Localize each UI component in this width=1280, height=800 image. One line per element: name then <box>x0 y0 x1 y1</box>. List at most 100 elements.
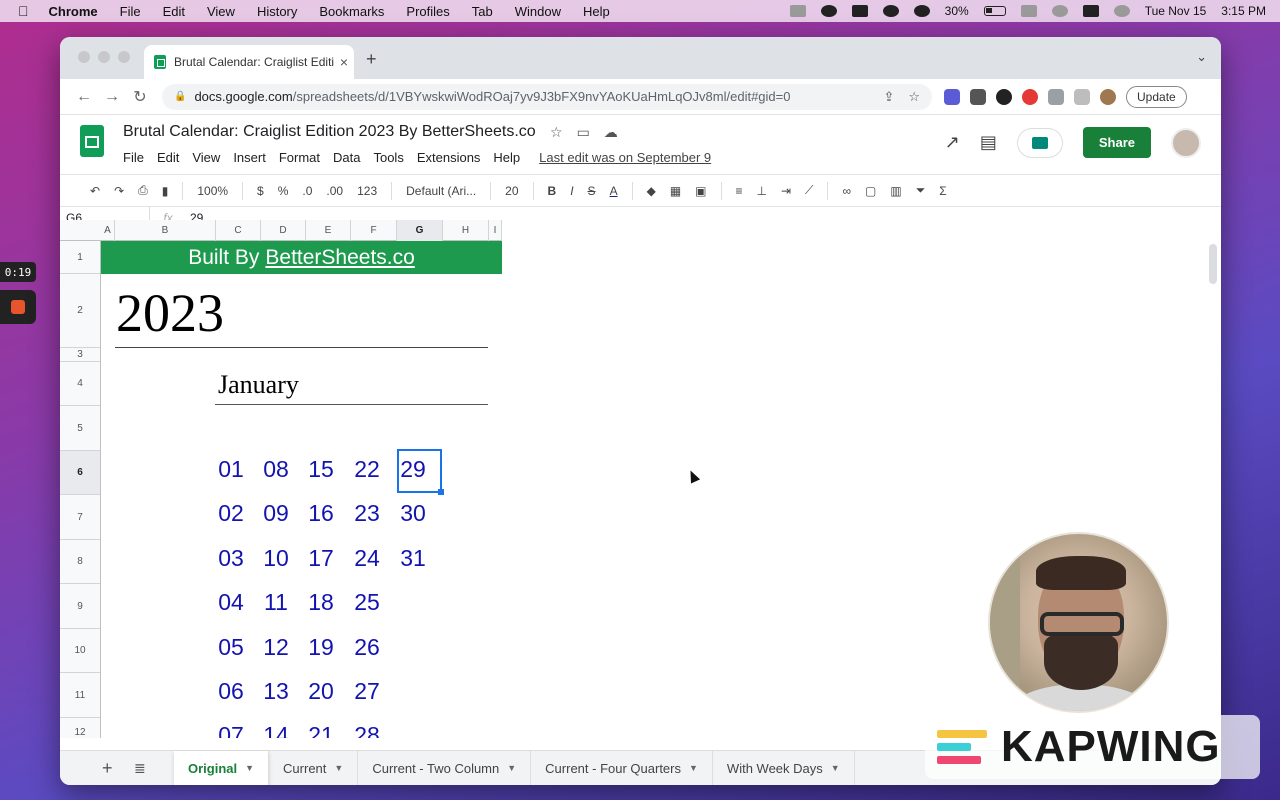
gear-icon[interactable] <box>820 5 837 17</box>
battery-icon[interactable] <box>983 6 1006 16</box>
column-header[interactable]: H <box>443 220 489 241</box>
column-header[interactable]: G <box>397 220 443 241</box>
calendar-day-cell[interactable]: 28 <box>345 722 389 738</box>
close-tab-icon[interactable]: × <box>334 54 354 70</box>
calendar-day-cell[interactable]: 09 <box>254 500 298 527</box>
chevron-down-icon[interactable]: ▼ <box>689 763 698 773</box>
row-header[interactable]: 12 <box>60 718 100 738</box>
share-button[interactable]: Share <box>1082 127 1151 158</box>
search-icon[interactable] <box>1051 5 1068 17</box>
undo-icon[interactable]: ↶ <box>90 184 100 198</box>
text-rotate-icon[interactable]: ⟋ <box>805 183 813 198</box>
control-center-icon[interactable] <box>1082 5 1099 17</box>
merge-cells-icon[interactable]: ▣ <box>695 184 706 198</box>
sheet-tab-current-two-column[interactable]: Current - Two Column ▼ <box>358 750 532 785</box>
add-sheet-icon[interactable]: + <box>102 758 124 779</box>
wifi-icon[interactable] <box>1020 5 1037 17</box>
row-header[interactable]: 4 <box>60 362 100 406</box>
strikethrough-button[interactable]: S <box>588 184 596 198</box>
chevron-down-icon[interactable]: ▼ <box>507 763 516 773</box>
new-tab-icon[interactable]: + <box>366 49 377 70</box>
calendar-day-cell[interactable]: 06 <box>209 678 253 705</box>
text-color-button[interactable]: A <box>610 184 618 198</box>
calendar-day-cell[interactable]: 13 <box>254 678 298 705</box>
move-folder-icon[interactable]: ▭ <box>577 124 590 141</box>
calendar-day-cell[interactable]: 23 <box>345 500 389 527</box>
column-header[interactable]: I <box>489 220 502 241</box>
menubar-item-history[interactable]: History <box>257 4 297 19</box>
stop-recording-button[interactable] <box>0 290 36 324</box>
menu-extensions[interactable]: Extensions <box>417 150 481 165</box>
extension-record-icon[interactable] <box>1022 88 1038 105</box>
tab-search-chevron-icon[interactable]: ⌄ <box>1196 49 1207 65</box>
menubar-item-profiles[interactable]: Profiles <box>406 4 449 19</box>
italic-button[interactable]: I <box>570 184 573 198</box>
calendar-day-cell[interactable]: 31 <box>391 545 435 572</box>
calendar-day-cell[interactable]: 02 <box>209 500 253 527</box>
close-window-button[interactable] <box>78 51 90 63</box>
sheet-tab-with-week-days[interactable]: With Week Days ▼ <box>713 750 855 785</box>
menubar-item-tab[interactable]: Tab <box>472 4 493 19</box>
row-header[interactable]: 9 <box>60 584 100 629</box>
zoom-window-button[interactable] <box>118 51 130 63</box>
sheets-logo-icon[interactable] <box>80 125 104 157</box>
calendar-day-cell[interactable]: 27 <box>345 678 389 705</box>
sheet-tab-original[interactable]: Original ▼ <box>174 750 270 785</box>
font-select[interactable]: Default (Ari... <box>406 184 476 198</box>
puzzle-icon[interactable] <box>1048 88 1064 105</box>
menubar-app-name[interactable]: Chrome <box>49 4 98 19</box>
menu-help[interactable]: Help <box>493 150 520 165</box>
chevron-down-icon[interactable]: ▼ <box>831 763 840 773</box>
insert-chart-icon[interactable]: ▥ <box>890 184 901 198</box>
profile-avatar[interactable] <box>1100 88 1116 105</box>
calendar-day-cell[interactable]: 22 <box>345 456 389 483</box>
cloud-status-icon[interactable]: ☁ <box>604 124 618 141</box>
increase-decimal-button[interactable]: .00 <box>326 184 343 198</box>
calendar-day-cell[interactable]: 05 <box>209 634 253 661</box>
calendar-day-cell[interactable]: 20 <box>299 678 343 705</box>
chevron-down-icon[interactable]: ▼ <box>334 763 343 773</box>
text-wrap-icon[interactable]: ⇥ <box>781 184 791 198</box>
calendar-day-cell[interactable]: 16 <box>299 500 343 527</box>
column-header[interactable]: E <box>306 220 351 241</box>
column-header[interactable]: C <box>216 220 261 241</box>
all-sheets-icon[interactable]: ≣ <box>134 760 174 777</box>
calendar-day-cell[interactable]: 30 <box>391 500 435 527</box>
bookmark-star-icon[interactable]: ☆ <box>908 89 920 105</box>
row-header[interactable]: 1 <box>60 241 100 274</box>
row-header[interactable]: 2 <box>60 274 100 348</box>
sheet-tab-current-four-quarters[interactable]: Current - Four Quarters ▼ <box>531 750 713 785</box>
row-header[interactable]: 3 <box>60 348 100 362</box>
bettersheets-link[interactable]: BetterSheets.co <box>265 246 414 270</box>
menu-data[interactable]: Data <box>333 150 360 165</box>
calendar-day-cell[interactable]: 04 <box>209 589 253 616</box>
row-header[interactable]: 11 <box>60 673 100 718</box>
calendar-day-cell[interactable]: 07 <box>209 722 253 738</box>
menubar-item-help[interactable]: Help <box>583 4 610 19</box>
calendar-day-cell[interactable]: 01 <box>209 456 253 483</box>
extension-pen-icon[interactable] <box>970 88 986 105</box>
bold-button[interactable]: B <box>548 184 557 198</box>
menu-format[interactable]: Format <box>279 150 320 165</box>
sheet-tab-current[interactable]: Current ▼ <box>269 750 359 785</box>
column-header[interactable]: D <box>261 220 306 241</box>
paint-format-icon[interactable]: ▮ <box>162 184 169 198</box>
menubar-item-bookmarks[interactable]: Bookmarks <box>319 4 384 19</box>
calendar-day-cell[interactable]: 25 <box>345 589 389 616</box>
last-edit-link[interactable]: Last edit was on September 9 <box>539 150 711 165</box>
column-header[interactable]: B <box>115 220 216 241</box>
calendar-day-cell[interactable]: 17 <box>299 545 343 572</box>
calendar-day-cell[interactable]: 03 <box>209 545 253 572</box>
menubar-item-window[interactable]: Window <box>515 4 561 19</box>
back-arrow-icon[interactable]: ← <box>70 88 98 106</box>
star-icon[interactable]: ☆ <box>550 124 563 141</box>
calendar-day-cell[interactable]: 19 <box>299 634 343 661</box>
menubar-item-file[interactable]: File <box>120 4 141 19</box>
zoom-select[interactable]: 100% <box>197 184 228 198</box>
side-panel-icon[interactable] <box>1074 88 1090 105</box>
chevron-down-icon[interactable]: ▼ <box>245 763 254 773</box>
document-title[interactable]: Brutal Calendar: Craiglist Edition 2023 … <box>123 123 536 141</box>
apple-icon[interactable]:  <box>18 3 29 19</box>
account-avatar[interactable] <box>1171 127 1201 158</box>
calendar-day-cell[interactable]: 08 <box>254 456 298 483</box>
